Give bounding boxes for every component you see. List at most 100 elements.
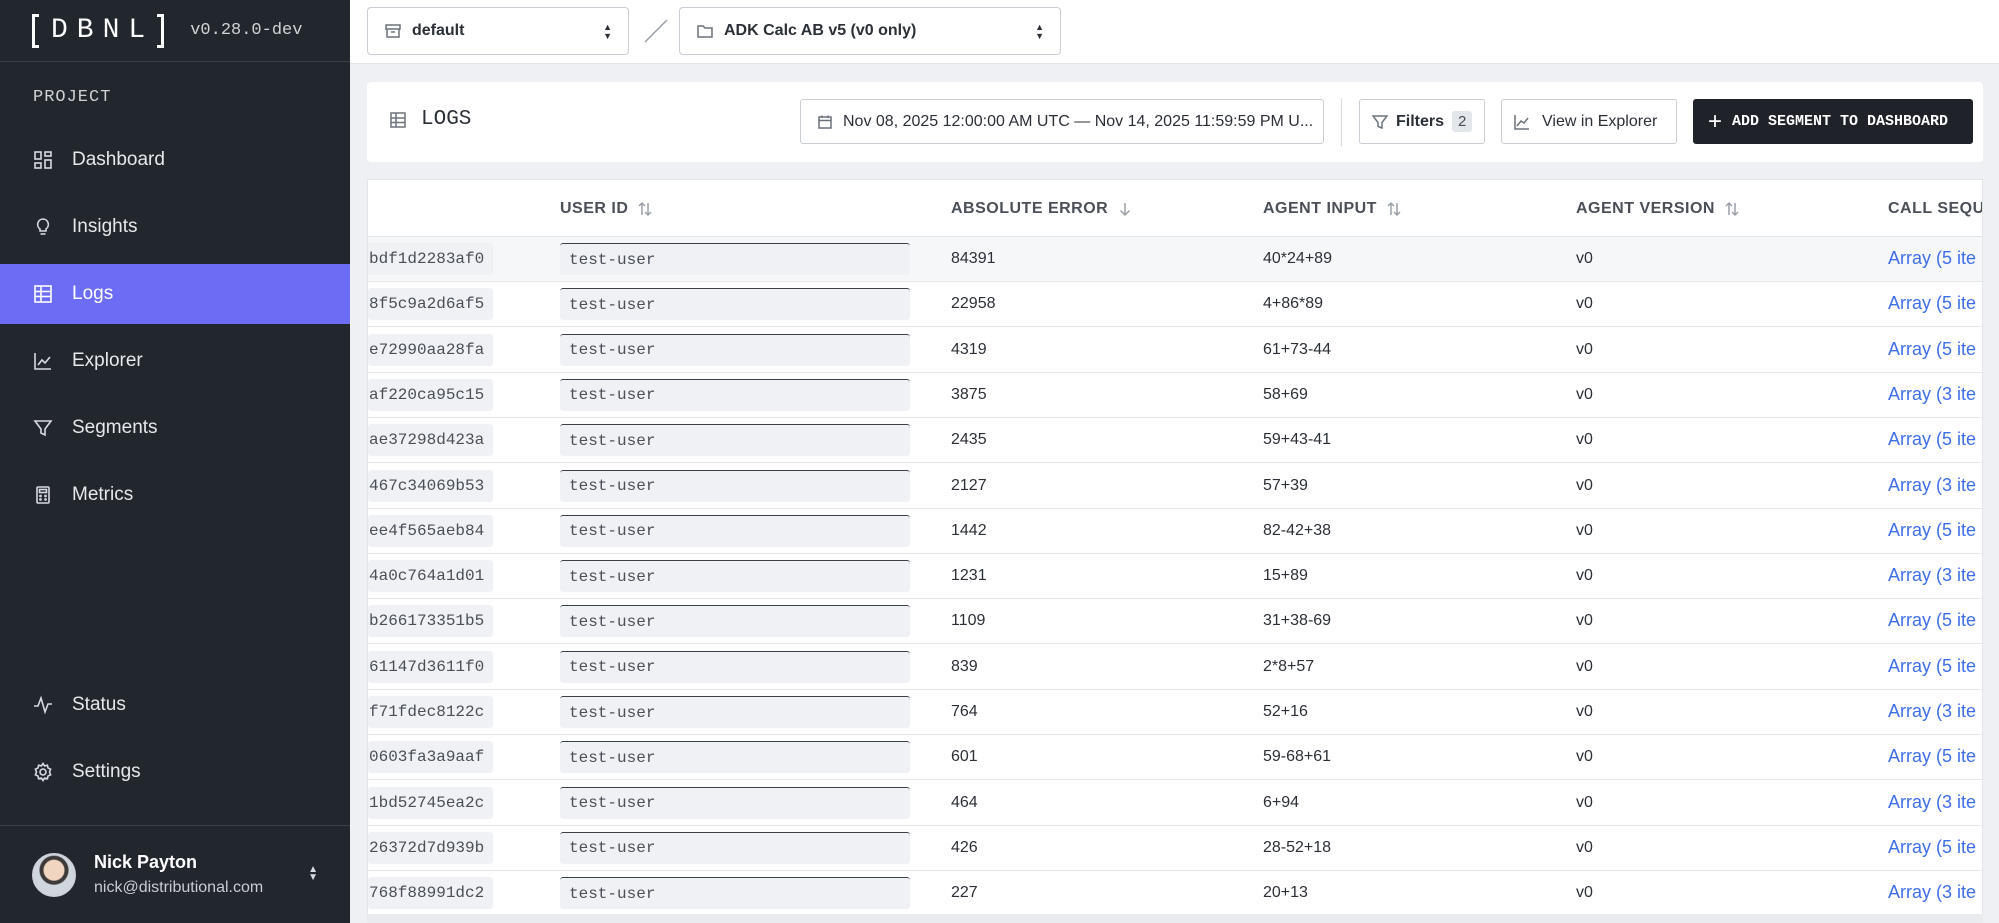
absolute-error-cell: 764	[951, 703, 978, 720]
sidebar-item-logs[interactable]: Logs	[0, 264, 350, 324]
log-id-cell[interactable]: 0603fa3a9aaf	[368, 741, 494, 774]
log-id-cell[interactable]: 467c34069b53	[368, 469, 494, 502]
log-id-cell[interactable]: ee4f565aeb84	[368, 514, 494, 547]
table-header: USER ID ABSOLUTE ERROR AGENT INPUT AGENT…	[368, 180, 1982, 237]
table-row[interactable]: ee4f565aeb84 test-user 1442 82-42+38 v0 Array…	[368, 509, 1982, 554]
call-sequence-link[interactable]: Array (5 ite	[1888, 293, 1976, 314]
pulse-icon	[33, 695, 53, 715]
sidebar-item-settings[interactable]: Settings	[0, 742, 350, 802]
dashboard-icon	[33, 150, 53, 170]
version-label: v0.28.0-dev	[190, 21, 303, 40]
log-id-cell[interactable]: 4a0c764a1d01	[368, 560, 494, 593]
agent-version-cell: v0	[1576, 884, 1593, 902]
absolute-error-cell: 426	[951, 838, 978, 856]
log-id-cell[interactable]: 1bd52745ea2c	[368, 786, 494, 819]
table-row[interactable]: 8f5c9a2d6af5 test-user 22958 4+86*89 v0 Array…	[368, 282, 1982, 328]
divider	[1341, 98, 1342, 146]
table-row[interactable]: ae37298d423a test-user 2435 59+43-41 v0 Array…	[368, 418, 1982, 464]
sidebar-item-label: Logs	[72, 283, 114, 304]
column-header-agent-input[interactable]: AGENT INPUT	[1263, 200, 1403, 218]
table-row[interactable]: b266173351b5 test-user 1109 31+38-69 v0 Array…	[368, 599, 1982, 645]
table-row[interactable]: 1bd52745ea2c test-user 464 6+94 v0 Array (3 i…	[368, 781, 1982, 826]
call-sequence-link[interactable]: Array (3 ite	[1888, 701, 1976, 722]
sidebar-item-status[interactable]: Status	[0, 675, 350, 735]
agent-input-cell: 31+38-69	[1263, 612, 1332, 630]
column-header-agent-version[interactable]: AGENT VERSION	[1576, 200, 1741, 218]
sidebar-item-label: Segments	[72, 417, 158, 438]
topbar: default ▲ ▼ ADK Calc AB v5 (v0 only) ▲ ▼	[350, 0, 1999, 64]
agent-version-cell: v0	[1576, 657, 1593, 675]
agent-input-cell: 59-68+61	[1263, 748, 1332, 766]
archive-icon	[384, 22, 402, 40]
call-sequence-link[interactable]: Array (3 ite	[1888, 882, 1976, 903]
table-row[interactable]: e72990aa28fa test-user 4319 61+73-44 v0 Array…	[368, 328, 1982, 373]
call-sequence-link[interactable]: Array (3 ite	[1888, 792, 1976, 813]
table-row[interactable]: 61147d3611f0 test-user 839 2*8+57 v0 Array (5…	[368, 645, 1982, 690]
namespace-value: default	[412, 22, 465, 39]
table-row[interactable]: af220ca95c15 test-user 3875 58+69 v0 Array (3…	[368, 373, 1982, 418]
avatar	[32, 852, 76, 897]
user-menu[interactable]: Nick Payton nick@distributional.com ▲ ▼	[0, 825, 350, 923]
table-row[interactable]: 26372d7d939b test-user 426 28-52+18 v0 Array …	[368, 826, 1982, 871]
call-sequence-link[interactable]: Array (5 ite	[1888, 248, 1976, 269]
call-sequence-link[interactable]: Array (5 ite	[1888, 339, 1976, 360]
log-id-cell[interactable]: 768f88991dc2	[368, 877, 494, 910]
agent-input-cell: 15+89	[1263, 567, 1308, 585]
sidebar-item-metrics[interactable]: Metrics	[0, 465, 350, 525]
table-row[interactable]: bdf1d2283af0 test-user 84391 40*24+89 v0 Arra…	[368, 237, 1982, 282]
call-sequence-link[interactable]: Array (5 ite	[1888, 429, 1976, 450]
filters-button[interactable]: Filters 2	[1359, 99, 1485, 144]
log-id-cell[interactable]: ae37298d423a	[368, 424, 494, 457]
table-row[interactable]: 768f88991dc2 test-user 227 20+13 v0 Array (3 …	[368, 871, 1982, 917]
call-sequence-link[interactable]: Array (5 ite	[1888, 520, 1976, 541]
view-in-explorer-button[interactable]: View in Explorer	[1501, 99, 1677, 144]
sidebar-item-dashboard[interactable]: Dashboard	[0, 130, 350, 190]
log-id-cell[interactable]: b266173351b5	[368, 605, 494, 638]
table-row[interactable]: 467c34069b53 test-user 2127 57+39 v0 Array (3…	[368, 464, 1982, 509]
date-range-picker[interactable]: Nov 08, 2025 12:00:00 AM UTC — Nov 14, 2…	[800, 99, 1324, 144]
table-row[interactable]: 0603fa3a9aaf test-user 601 59-68+61 v0 Array …	[368, 735, 1982, 781]
log-id-cell[interactable]: bdf1d2283af0	[368, 243, 494, 275]
log-id-cell[interactable]: 61147d3611f0	[368, 650, 494, 683]
add-segment-button[interactable]: + ADD SEGMENT TO DASHBOARD	[1693, 99, 1973, 144]
call-sequence-link[interactable]: Array (5 ite	[1888, 610, 1976, 631]
table-icon	[390, 111, 406, 128]
agent-version-cell: v0	[1576, 521, 1593, 539]
column-header-absolute-error[interactable]: ABSOLUTE ERROR	[951, 200, 1134, 218]
user-id-cell: test-user	[560, 424, 910, 457]
sidebar-item-insights[interactable]: Insights	[0, 197, 350, 257]
user-id-cell: test-user	[560, 786, 910, 819]
log-id-cell[interactable]: af220ca95c15	[368, 378, 494, 411]
column-header-call-sequence[interactable]: CALL SEQUE	[1888, 200, 1982, 218]
logs-header: LOGS Nov 08, 2025 12:00:00 AM UTC — Nov …	[367, 82, 1983, 162]
call-sequence-link[interactable]: Array (3 ite	[1888, 384, 1976, 405]
table-row[interactable]: 4a0c764a1d01 test-user 1231 15+89 v0 Array (3…	[368, 554, 1982, 600]
agent-input-cell: 82-42+38	[1263, 521, 1332, 539]
log-id-cell[interactable]: 8f5c9a2d6af5	[368, 288, 494, 321]
agent-version-cell: v0	[1576, 612, 1593, 630]
namespace-select[interactable]: default ▲ ▼	[367, 7, 629, 55]
column-header-user-id[interactable]: USER ID	[560, 200, 654, 218]
log-id-cell[interactable]: 26372d7d939b	[368, 831, 494, 864]
sidebar-item-segments[interactable]: Segments	[0, 398, 350, 458]
dbnl-logo[interactable]: DBNL	[32, 13, 165, 48]
absolute-error-cell: 601	[951, 748, 978, 766]
call-sequence-link[interactable]: Array (3 ite	[1888, 565, 1976, 586]
user-id-cell: test-user	[560, 469, 910, 502]
table-row[interactable]: f71fdec8122c test-user 764 52+16 v0 Array (3 …	[368, 690, 1982, 735]
sidebar: DBNL v0.28.0-dev PROJECT Dashboard Insig…	[0, 0, 350, 923]
agent-version-cell: v0	[1576, 295, 1593, 313]
call-sequence-link[interactable]: Array (5 ite	[1888, 837, 1976, 858]
user-id-cell: test-user	[560, 741, 910, 774]
call-sequence-link[interactable]: Array (5 ite	[1888, 746, 1976, 767]
horizontal-scrollbar[interactable]	[367, 914, 1983, 923]
call-sequence-link[interactable]: Array (3 ite	[1888, 475, 1976, 496]
log-id-cell[interactable]: f71fdec8122c	[368, 696, 494, 728]
sidebar-item-label: Explorer	[72, 350, 143, 371]
chevron-updown-icon[interactable]: ▲ ▼	[308, 865, 318, 883]
log-id-cell[interactable]: e72990aa28fa	[368, 333, 494, 366]
call-sequence-link[interactable]: Array (5 ite	[1888, 656, 1976, 677]
agent-input-cell: 52+16	[1263, 703, 1308, 720]
sidebar-item-explorer[interactable]: Explorer	[0, 331, 350, 391]
project-select[interactable]: ADK Calc AB v5 (v0 only) ▲ ▼	[679, 7, 1061, 55]
